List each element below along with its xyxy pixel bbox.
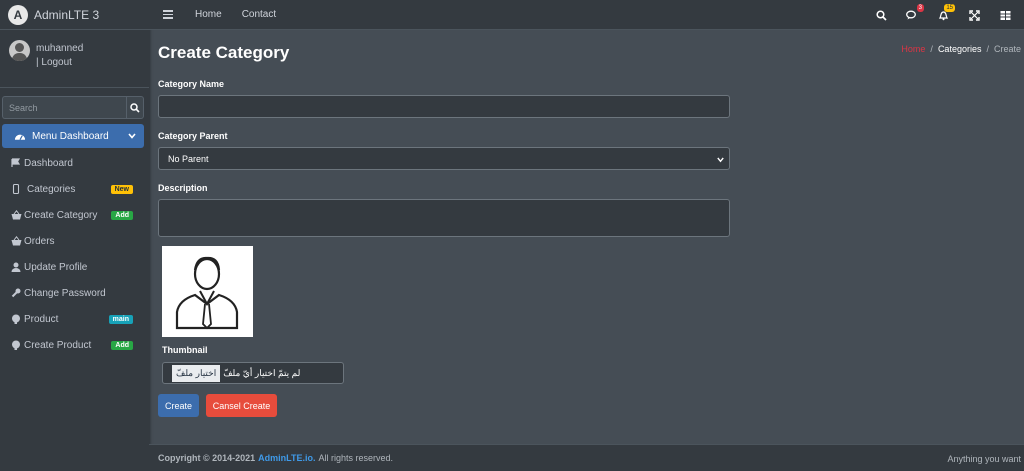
brain-icon	[10, 313, 22, 325]
description-label: Description	[158, 183, 208, 193]
main-badge: main	[108, 314, 133, 324]
bell-icon[interactable]: 15	[936, 4, 955, 22]
basket-icon	[10, 209, 22, 221]
user-icon	[10, 261, 22, 273]
user-name[interactable]: muhanned	[36, 42, 83, 56]
sidebar-item-dashboard[interactable]: Dashboard	[0, 150, 149, 176]
nav-link-home[interactable]: Home	[195, 9, 222, 20]
add-badge: Add	[111, 340, 133, 350]
breadcrumb-create: Create	[993, 44, 1021, 54]
sidebar-search	[2, 96, 144, 119]
wrench-icon	[10, 287, 22, 299]
brand-text: AdminLTE 3	[34, 7, 100, 22]
content-wrapper: Create Category Home / Categories / Crea…	[149, 31, 1024, 444]
category-parent-select[interactable]: No Parent	[158, 147, 730, 170]
main-footer: Copyright © 2014-2021 AdminLTE.io. All r…	[149, 444, 1024, 471]
breadcrumb: Home / Categories / Create	[901, 44, 1021, 54]
sidebar-item-create-product[interactable]: Create Product Add	[0, 332, 149, 358]
expand-icon[interactable]	[967, 8, 981, 22]
sidebar-item-label: Orders	[24, 235, 55, 247]
footer-right-text: Anything you want	[947, 454, 1021, 464]
page-title: Create Category	[158, 43, 290, 62]
mobile-icon	[10, 183, 22, 195]
sidebar-item-create-category[interactable]: Create Category Add	[0, 202, 149, 228]
sidebar-item-menu-dashboard[interactable]: Menu Dashboard	[2, 124, 144, 148]
breadcrumb-categories[interactable]: Categories	[938, 44, 982, 54]
add-badge: Add	[111, 210, 133, 220]
thumbnail-file-input[interactable]: اختيار ملفّ لم يتمّ اختيار أيّ ملفّ	[162, 362, 344, 384]
brain-icon	[10, 339, 22, 351]
thumbnail-label: Thumbnail	[162, 345, 208, 355]
breadcrumb-separator: /	[986, 44, 989, 54]
thumbnail-image	[162, 246, 253, 337]
sidebar-item-update-profile[interactable]: Update Profile	[0, 254, 149, 280]
main-sidebar: A AdminLTE 3 muhanned | Logout Menu Dash…	[0, 0, 149, 471]
messages-badge: 3	[916, 4, 924, 12]
top-navbar: Home Contact 3 15	[149, 0, 1024, 30]
avatar[interactable]	[9, 40, 30, 61]
nav-link-contact[interactable]: Contact	[242, 9, 276, 20]
search-icon[interactable]	[874, 8, 888, 22]
sidebar-item-label: Change Password	[24, 287, 106, 299]
user-avatar-icon	[175, 256, 239, 330]
brand-link[interactable]: A AdminLTE 3	[0, 0, 149, 30]
sidebar-nav: Menu Dashboard Dashboard Categories New …	[0, 124, 149, 358]
chevron-down-icon	[717, 155, 724, 165]
breadcrumb-separator: /	[930, 44, 933, 54]
comments-icon[interactable]: 3	[905, 4, 924, 22]
dashboard-icon	[10, 157, 22, 169]
sidebar-item-product[interactable]: Product main	[0, 306, 149, 332]
brand-logo: A	[8, 4, 28, 25]
sidebar-item-orders[interactable]: Orders	[0, 228, 149, 254]
sidebar-item-label: Menu Dashboard	[32, 130, 109, 142]
choose-file-button[interactable]: اختيار ملفّ	[172, 364, 221, 382]
notifications-badge: 15	[944, 4, 955, 12]
user-panel: muhanned | Logout	[0, 30, 149, 88]
logout-link[interactable]: | Logout	[36, 56, 83, 70]
sidebar-item-label: Create Product	[24, 339, 92, 351]
category-parent-value: No Parent	[168, 153, 209, 164]
rights-text: All rights reserved.	[318, 453, 394, 463]
search-input[interactable]	[2, 96, 126, 119]
sidebar-item-label: Update Profile	[24, 261, 88, 273]
description-textarea[interactable]	[158, 199, 730, 237]
category-parent-label: Category Parent	[158, 131, 228, 141]
sidebar-item-label: Dashboard	[24, 157, 73, 169]
copyright-text: Copyright © 2014-2021	[158, 453, 256, 463]
sidebar-item-label: Product	[24, 313, 59, 325]
grid-icon[interactable]	[998, 8, 1012, 22]
sidebar-item-label: Create Category	[24, 209, 98, 221]
category-name-label: Category Name	[158, 79, 225, 89]
sidebar-item-label: Categories	[27, 183, 76, 195]
search-button[interactable]	[126, 96, 144, 119]
file-status-text: لم يتمّ اختيار أيّ ملفّ	[223, 367, 301, 378]
basket-icon	[10, 235, 22, 247]
tachometer-icon	[14, 130, 26, 142]
chevron-down-icon	[128, 131, 136, 142]
footer-link[interactable]: AdminLTE.io.	[258, 453, 315, 463]
breadcrumb-home[interactable]: Home	[901, 44, 925, 54]
create-button[interactable]: Create	[158, 394, 199, 417]
sidebar-item-categories[interactable]: Categories New	[0, 176, 149, 202]
new-badge: New	[110, 184, 133, 194]
category-name-input[interactable]	[158, 95, 730, 118]
search-icon	[130, 102, 140, 113]
sidebar-item-change-password[interactable]: Change Password	[0, 280, 149, 306]
cancel-button[interactable]: Cansel Create	[206, 394, 277, 417]
hamburger-icon[interactable]	[163, 10, 173, 19]
